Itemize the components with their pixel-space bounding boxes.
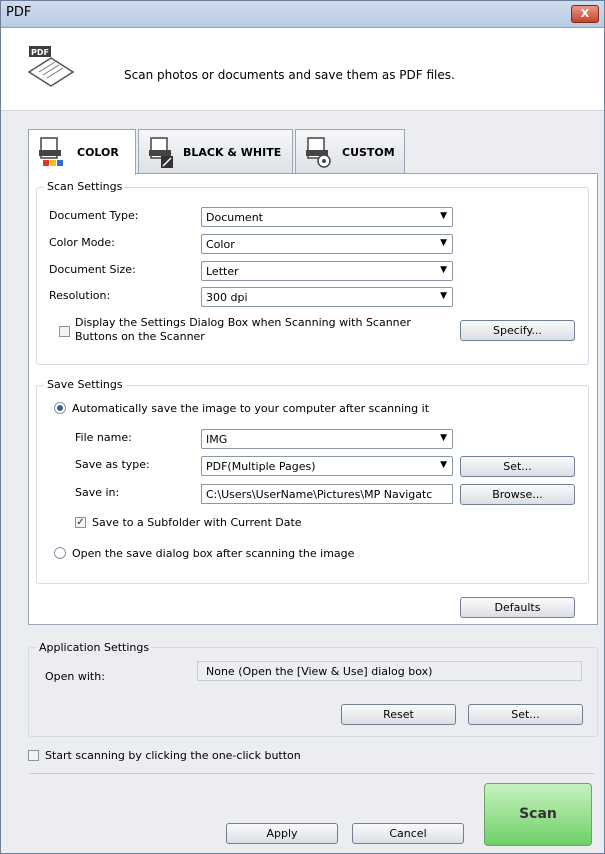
tab-panel-color: Scan Settings Document Type: Document ▼ … (28, 173, 598, 625)
reset-button[interactable]: Reset (341, 704, 456, 725)
defaults-button[interactable]: Defaults (460, 597, 575, 618)
document-type-label: Document Type: (49, 209, 139, 222)
tab-black-white-label: BLACK & WHITE (183, 146, 282, 159)
resolution-value: 300 dpi (206, 291, 248, 304)
document-type-select[interactable]: Document ▼ (201, 207, 453, 227)
save-settings-title: Save Settings (44, 378, 126, 391)
file-name-label: File name: (75, 431, 132, 444)
header-description: Scan photos or documents and save them a… (124, 68, 455, 82)
save-in-value: C:\Users\UserName\Pictures\MP Navigatc (206, 488, 433, 501)
set-application-button[interactable]: Set... (468, 704, 583, 725)
save-as-type-label: Save as type: (75, 458, 150, 471)
save-in-label: Save in: (75, 486, 120, 499)
set-save-type-button[interactable]: Set... (460, 456, 575, 477)
tab-custom-label: CUSTOM (342, 146, 395, 159)
pdf-document-icon: PDF (27, 46, 75, 87)
radio-selected-dot (57, 405, 63, 411)
custom-scan-icon (306, 137, 331, 168)
file-name-combo[interactable]: IMG ▼ (201, 429, 453, 449)
display-settings-dialog-label-1: Display the Settings Dialog Box when Sca… (75, 316, 411, 329)
browse-button[interactable]: Browse... (460, 484, 575, 505)
save-settings-group: Save Settings Automatically save the ima… (36, 378, 589, 584)
save-in-field[interactable]: C:\Users\UserName\Pictures\MP Navigatc (201, 484, 453, 504)
open-with-label: Open with: (45, 670, 105, 683)
application-settings-group: Open with: None (Open the [View & Use] d… (28, 647, 598, 737)
check-icon: ✓ (76, 517, 85, 528)
black-white-scan-icon (149, 137, 173, 168)
auto-save-label: Automatically save the image to your com… (72, 402, 430, 415)
color-scan-icon (39, 137, 63, 166)
pdf-dialog-window: PDF X PDF Scan photos or documents and s… (0, 0, 605, 854)
open-with-value: None (Open the [View & Use] dialog box) (206, 665, 433, 678)
window-title: PDF (6, 5, 32, 20)
one-click-label: Start scanning by clicking the one-click… (45, 749, 301, 762)
tab-black-white[interactable]: BLACK & WHITE (138, 129, 293, 173)
cancel-button[interactable]: Cancel (352, 823, 464, 844)
dialog-header: PDF Scan photos or documents and save th… (1, 28, 604, 111)
display-settings-dialog-label-2: Buttons on the Scanner (75, 330, 205, 343)
chevron-down-icon: ▼ (440, 238, 447, 248)
scan-settings-group: Scan Settings Document Type: Document ▼ … (36, 180, 589, 365)
document-size-label: Document Size: (49, 263, 136, 276)
resolution-select[interactable]: 300 dpi ▼ (201, 287, 453, 307)
color-mode-value: Color (206, 238, 235, 251)
application-settings-title: Application Settings (37, 641, 152, 654)
chevron-down-icon: ▼ (440, 291, 447, 301)
open-with-field: None (Open the [View & Use] dialog box) (197, 661, 582, 681)
one-click-checkbox[interactable] (28, 750, 39, 761)
chevron-down-icon: ▼ (440, 433, 447, 443)
close-button[interactable]: X (571, 5, 599, 23)
open-save-dialog-label: Open the save dialog box after scanning … (72, 547, 355, 560)
title-bar[interactable]: PDF X (1, 1, 604, 28)
tab-color[interactable]: COLOR (28, 129, 136, 175)
svg-text:PDF: PDF (31, 48, 49, 57)
open-save-dialog-radio[interactable] (54, 547, 66, 559)
scan-settings-title: Scan Settings (44, 180, 126, 193)
display-settings-dialog-checkbox[interactable] (59, 326, 70, 337)
subfolder-checkbox[interactable]: ✓ (75, 517, 86, 528)
footer-divider (29, 773, 594, 774)
color-mode-label: Color Mode: (49, 236, 115, 249)
apply-button[interactable]: Apply (226, 823, 338, 844)
document-size-select[interactable]: Letter ▼ (201, 261, 453, 281)
color-mode-select[interactable]: Color ▼ (201, 234, 453, 254)
chevron-down-icon: ▼ (440, 211, 447, 221)
resolution-label: Resolution: (49, 289, 111, 302)
tab-color-label: COLOR (77, 146, 119, 159)
auto-save-radio[interactable] (54, 402, 66, 414)
save-as-type-select[interactable]: PDF(Multiple Pages) ▼ (201, 456, 453, 476)
chevron-down-icon: ▼ (440, 265, 447, 275)
document-type-value: Document (206, 211, 263, 224)
scan-button[interactable]: Scan (484, 783, 592, 846)
specify-button[interactable]: Specify... (460, 320, 575, 341)
tab-custom[interactable]: CUSTOM (295, 129, 405, 173)
subfolder-label: Save to a Subfolder with Current Date (92, 516, 302, 529)
file-name-value: IMG (206, 433, 228, 446)
document-size-value: Letter (206, 265, 239, 278)
chevron-down-icon: ▼ (440, 460, 447, 470)
save-as-type-value: PDF(Multiple Pages) (206, 460, 316, 473)
